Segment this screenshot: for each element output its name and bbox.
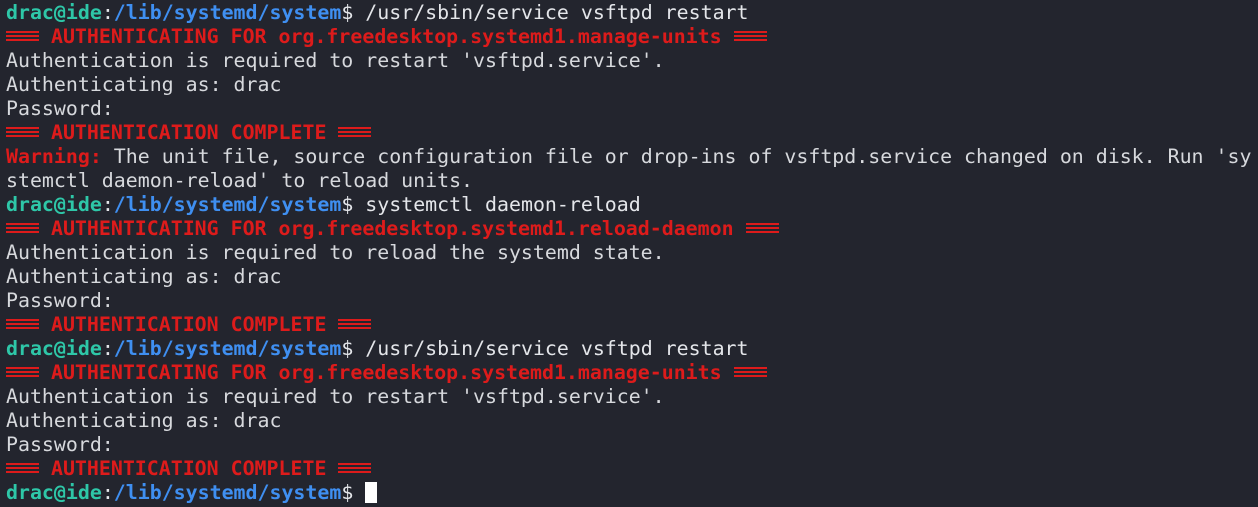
active-prompt-line[interactable]: drac@ide:/lib/systemd/system$ bbox=[6, 481, 1258, 505]
prompt-colon: : bbox=[101, 193, 114, 216]
triple-bar-glyph bbox=[6, 222, 39, 233]
auth-required-line: Authentication is required to restart 'v… bbox=[6, 49, 665, 72]
auth-as-line: Authenticating as: drac bbox=[6, 73, 282, 96]
auth-complete-line: AUTHENTICATION COMPLETE bbox=[6, 457, 1258, 481]
prompt-user-host: drac@ide bbox=[6, 193, 102, 216]
command-text: systemctl daemon-reload bbox=[353, 193, 641, 216]
prompt-colon: : bbox=[101, 337, 114, 360]
triple-bar-glyph bbox=[745, 222, 779, 233]
auth-header-text: AUTHENTICATING FOR org.freedesktop.syste… bbox=[50, 25, 722, 48]
triple-bar-glyph bbox=[338, 462, 372, 473]
auth-header-line: AUTHENTICATING FOR org.freedesktop.syste… bbox=[6, 25, 1258, 49]
prompt-line: drac@ide:/lib/systemd/system$ systemctl … bbox=[6, 193, 1258, 217]
prompt-symbol: $ bbox=[341, 481, 354, 504]
password-line: Password: bbox=[6, 289, 114, 312]
triple-bar-glyph bbox=[733, 30, 767, 41]
warning-label: Warning: bbox=[6, 145, 102, 168]
prompt-user-host: drac@ide bbox=[6, 337, 102, 360]
terminal-window[interactable]: drac@ide:/lib/systemd/system$ /usr/sbin/… bbox=[0, 0, 1258, 507]
prompt-path: /lib/systemd/system bbox=[113, 193, 342, 216]
warning-line: Warning: The unit file, source configura… bbox=[6, 145, 1258, 169]
auth-complete-line: AUTHENTICATION COMPLETE bbox=[6, 121, 1258, 145]
prompt-user-host: drac@ide bbox=[6, 481, 102, 504]
auth-header-line: AUTHENTICATING FOR org.freedesktop.syste… bbox=[6, 217, 1258, 241]
prompt-symbol: $ bbox=[341, 193, 354, 216]
auth-complete-text: AUTHENTICATION COMPLETE bbox=[50, 457, 327, 480]
prompt-line: drac@ide:/lib/systemd/system$ /usr/sbin/… bbox=[6, 1, 1258, 25]
auth-complete-text: AUTHENTICATION COMPLETE bbox=[50, 313, 327, 336]
prompt-colon: : bbox=[101, 481, 114, 504]
triple-bar-glyph bbox=[6, 462, 39, 473]
prompt-colon: : bbox=[101, 1, 114, 24]
auth-complete-text: AUTHENTICATION COMPLETE bbox=[50, 121, 327, 144]
prompt-symbol: $ bbox=[341, 1, 354, 24]
warning-line-continued: stemctl daemon-reload' to reload units. bbox=[6, 169, 474, 192]
auth-complete-line: AUTHENTICATION COMPLETE bbox=[6, 313, 1258, 337]
auth-as-line: Authenticating as: drac bbox=[6, 265, 282, 288]
prompt-line: drac@ide:/lib/systemd/system$ /usr/sbin/… bbox=[6, 337, 1258, 361]
command-text: /usr/sbin/service vsftpd restart bbox=[353, 337, 749, 360]
auth-required-line: Authentication is required to reload the… bbox=[6, 241, 665, 264]
password-line: Password: bbox=[6, 433, 114, 456]
terminal-cursor[interactable] bbox=[365, 482, 378, 503]
auth-header-text: AUTHENTICATING FOR org.freedesktop.syste… bbox=[50, 361, 722, 384]
auth-header-text: AUTHENTICATING FOR org.freedesktop.syste… bbox=[50, 217, 734, 240]
auth-as-line: Authenticating as: drac bbox=[6, 409, 282, 432]
prompt-path: /lib/systemd/system bbox=[113, 481, 342, 504]
triple-bar-glyph bbox=[6, 366, 39, 377]
triple-bar-glyph bbox=[6, 318, 39, 329]
triple-bar-glyph bbox=[733, 366, 767, 377]
prompt-symbol: $ bbox=[341, 337, 354, 360]
prompt-user-host: drac@ide bbox=[6, 1, 102, 24]
prompt-path: /lib/systemd/system bbox=[113, 1, 342, 24]
password-line: Password: bbox=[6, 97, 114, 120]
prompt-path: /lib/systemd/system bbox=[113, 337, 342, 360]
triple-bar-glyph bbox=[6, 30, 39, 41]
triple-bar-glyph bbox=[6, 126, 39, 137]
auth-required-line: Authentication is required to restart 'v… bbox=[6, 385, 665, 408]
warning-text: The unit file, source configuration file… bbox=[101, 145, 1252, 168]
command-text: /usr/sbin/service vsftpd restart bbox=[353, 1, 749, 24]
auth-header-line: AUTHENTICATING FOR org.freedesktop.syste… bbox=[6, 361, 1258, 385]
triple-bar-glyph bbox=[338, 126, 372, 137]
triple-bar-glyph bbox=[338, 318, 372, 329]
